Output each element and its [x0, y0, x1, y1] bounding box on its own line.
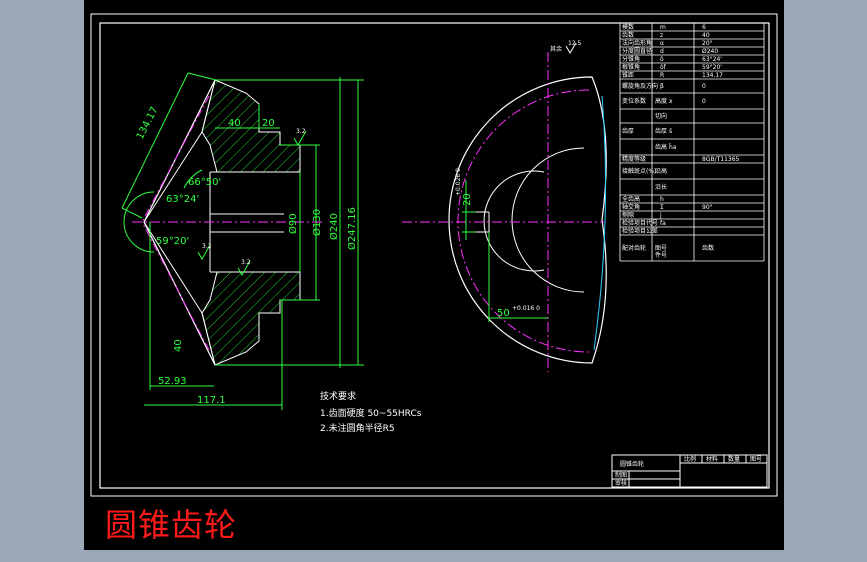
- roughness-3: 3.2: [241, 259, 251, 266]
- title-block-r1: 制图: [615, 471, 627, 479]
- title-block-h1: 比例: [684, 455, 696, 463]
- dim-angle-6650: 66°50': [188, 177, 221, 188]
- param-name-3: 分度圆直径: [622, 47, 652, 55]
- param-symbol-16: Σ: [660, 204, 664, 211]
- roughness-1: 3.2: [296, 128, 306, 135]
- section-view: 134.17 40 20 66°50' 63°24' 59°20' Ø90 Ø1…: [121, 72, 364, 410]
- param-symbol-10: s̄: [669, 128, 672, 135]
- roughness-2: 3.2: [202, 243, 212, 250]
- dim-angle-6324: 63°24': [166, 194, 199, 205]
- dim-d90: Ø90: [287, 213, 299, 234]
- dim-width-20: 20: [262, 118, 275, 129]
- param-name-16: 轴交角: [622, 203, 640, 211]
- param-value-12: 8GB/T11365: [702, 156, 740, 163]
- hatch-lower: [201, 271, 301, 366]
- dim-keyway-w: 50: [497, 308, 510, 319]
- param-symbol-18: fa: [660, 220, 666, 227]
- param-name-15: 全齿高: [622, 195, 640, 203]
- parameter-table: 模数 m 6 齿数 z 40 法向齿形角 α 20° 分度圆直径 d Ø240 分锥角 δ 63°24' 根锥…: [619, 22, 765, 262]
- dim-keyway-h-tol: +0.026 0: [455, 168, 462, 196]
- param-value-4: 63°24': [702, 56, 722, 63]
- front-view: 20 +0.026 0 50 +0.016 0: [402, 52, 607, 372]
- param-symbol-11: h̄a: [668, 144, 676, 151]
- drawing-caption: 圆锥齿轮: [105, 506, 238, 544]
- param-name-10: 齿厚: [622, 127, 634, 135]
- outer-frame: [90, 13, 778, 497]
- param-name-6: 锥距: [622, 71, 634, 79]
- tech-req-line1: 1.齿面硬度 50~55HRCs: [320, 407, 422, 419]
- param-symbol-15: h: [660, 196, 664, 203]
- param-name-13: 接触斑点(%): [622, 167, 656, 175]
- dim-d24716: Ø247.16: [346, 207, 358, 250]
- param-name-1: 齿数: [622, 31, 634, 39]
- param-symbol-0: m: [660, 24, 666, 31]
- param-symbol-6: R: [660, 72, 664, 79]
- param-name-0: 模数: [622, 23, 634, 31]
- param-name-19: 检验项目公差: [622, 227, 658, 235]
- param-value-16: 90°: [702, 204, 713, 211]
- param-name-20: 配对齿轮: [622, 244, 646, 252]
- title-block-h4: 图号: [750, 456, 762, 463]
- cad-drawing: 134.17 40 20 66°50' 63°24' 59°20' Ø90 Ø1…: [90, 13, 778, 497]
- param-sub-14: 沿长: [655, 183, 667, 191]
- tech-req-title: 技术要求: [320, 390, 356, 402]
- param-name-2: 法向齿形角: [622, 39, 652, 47]
- param-value-1: 40: [702, 32, 710, 39]
- dim-d240: Ø240: [328, 213, 340, 240]
- param-value-7: 0: [702, 83, 706, 90]
- param-value-8: 0: [702, 98, 706, 105]
- param-name-5: 根锥角: [622, 63, 640, 71]
- param-sub-9: 切向: [655, 112, 667, 120]
- param-sub-8: 高度: [655, 97, 667, 105]
- dim-width-40-bottom: 40: [173, 339, 184, 352]
- drawing-sheet: 134.17 40 20 66°50' 63°24' 59°20' Ø90 Ø1…: [84, 0, 784, 550]
- param-symbol-17: j: [659, 212, 662, 219]
- param-value-0: 6: [702, 24, 706, 31]
- param-symbol-3: d: [660, 48, 664, 55]
- title-block-name: 圆锥齿轮: [620, 460, 644, 468]
- param-name-18: 检验项目代号: [622, 219, 658, 227]
- title-block-h2: 材料: [706, 455, 718, 463]
- param-value-5: 59°20': [702, 64, 722, 71]
- dim-keyway-h: 20: [462, 193, 473, 206]
- tech-req-line2: 2.未注圆角半径R5: [320, 422, 395, 434]
- param-pair-sub2: 件号: [655, 251, 667, 259]
- hatch-upper: [201, 79, 301, 173]
- title-block-h3: 数量: [728, 455, 740, 463]
- param-symbol-4: δ: [660, 56, 664, 63]
- param-symbol-1: z: [660, 32, 663, 39]
- dim-angle-5920: 59°20': [156, 236, 189, 247]
- dim-length-1171: 117.1: [197, 395, 226, 406]
- param-sub-20: 图号: [655, 245, 667, 252]
- dim-d130: Ø130: [311, 209, 323, 236]
- title-block-r2: 审核: [615, 479, 627, 487]
- param-sub-11: 齿高: [655, 143, 667, 151]
- param-sub-13: 沿高: [655, 167, 667, 175]
- dim-width-40-top: 40: [228, 118, 241, 129]
- title-block: 圆锥齿轮 比例 材料 数量 图号 制图 审核: [611, 454, 768, 488]
- param-symbol-5: δf: [660, 64, 667, 71]
- param-name-17: 侧隙: [622, 211, 634, 219]
- param-name-4: 分锥角: [622, 55, 640, 63]
- param-name-7: 螺旋角及方向: [622, 82, 658, 90]
- param-symbol-7: β: [660, 83, 664, 90]
- param-value-3: Ø240: [702, 48, 718, 55]
- param-name-12: 精度等级: [622, 155, 646, 163]
- param-name-8: 变位系数: [622, 97, 646, 105]
- roughness-note-label: 其余: [550, 45, 562, 53]
- param-value-6: 134.17: [702, 72, 723, 79]
- param-value-20: 齿数: [702, 244, 714, 252]
- tech-requirements: 技术要求 1.齿面硬度 50~55HRCs 2.未注圆角半径R5: [320, 390, 422, 434]
- param-symbol-2: α: [660, 40, 664, 47]
- param-value-2: 20°: [702, 40, 713, 47]
- param-symbol-8: x: [669, 98, 673, 105]
- param-sub-10: 齿厚: [655, 127, 667, 135]
- dim-length-5293: 52.93: [158, 376, 187, 387]
- dim-keyway-w-tol: +0.016 0: [512, 305, 540, 312]
